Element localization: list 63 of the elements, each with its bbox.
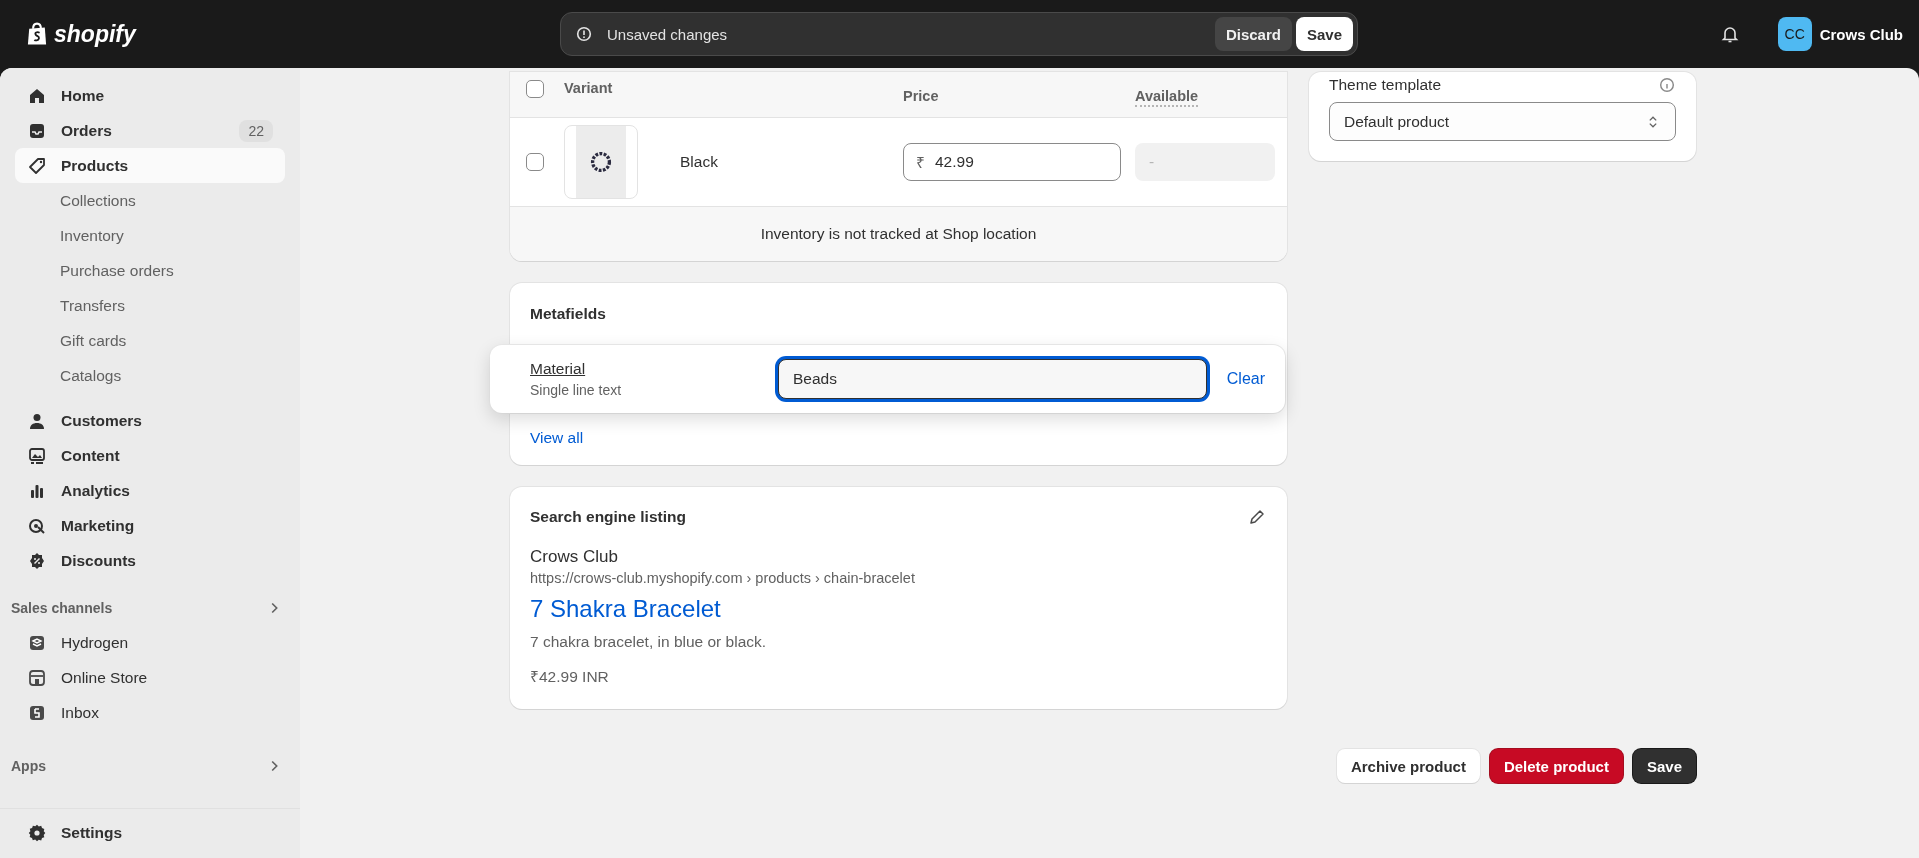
column-header: Variant — [564, 80, 614, 96]
column-header: Available — [1135, 80, 1199, 107]
available-field: - — [1135, 143, 1275, 181]
nav-item[interactable]: Analytics — [15, 473, 285, 508]
metafield-type: Single line text — [530, 382, 623, 398]
nav-item[interactable]: Customers — [15, 403, 285, 438]
alert-icon — [575, 25, 593, 43]
nav-item[interactable]: Hydrogen — [15, 625, 285, 660]
pencil-icon — [1247, 507, 1267, 527]
price-field[interactable]: ₹ 42.99 — [903, 143, 1121, 181]
image-icon — [27, 445, 47, 466]
clear-link[interactable]: Clear — [1226, 370, 1285, 388]
column-header: Price — [903, 87, 940, 104]
card-title: Metafields — [530, 305, 607, 323]
nav-item[interactable]: Online Store — [15, 660, 285, 695]
nav-item[interactable]: Content — [15, 438, 285, 473]
settings-icon — [27, 822, 47, 843]
section-heading: Sales channels — [11, 599, 113, 616]
nav-subitem[interactable]: Inventory — [15, 218, 285, 253]
nav-item[interactable]: Products — [15, 148, 285, 183]
logo-text: shopify — [54, 20, 136, 48]
edit-button[interactable] — [1247, 507, 1267, 527]
storefront-icon — [27, 667, 47, 688]
page-url: https://crows-club.myshopify.com › products › chain-bracelet — [530, 570, 916, 586]
save-button[interactable]: Save — [1632, 749, 1696, 783]
metafield-name[interactable]: Material — [530, 360, 778, 378]
nav-subitem[interactable]: Gift cards — [15, 323, 285, 358]
input-field[interactable]: Beads — [778, 359, 1207, 399]
nav-item[interactable]: Inbox — [15, 695, 285, 730]
archive-button[interactable]: Archive product — [1336, 749, 1480, 783]
nav-item[interactable]: Home — [15, 78, 285, 113]
price-text: ₹42.99 INR — [530, 667, 610, 687]
view-all-link[interactable]: View all — [530, 429, 584, 447]
nav-subitem[interactable]: Purchase orders — [15, 253, 285, 288]
page-title-link[interactable]: 7 Shakra Bracelet — [530, 595, 1267, 623]
nav-subitem[interactable]: Transfers — [15, 288, 285, 323]
template-select[interactable]: Default product — [1329, 102, 1676, 141]
nav-item[interactable]: Orders 22 — [15, 113, 285, 148]
checkbox[interactable] — [526, 80, 544, 98]
inventory-note: Inventory is not tracked at Shop location — [510, 207, 1287, 261]
notification-bell-icon — [1719, 24, 1740, 44]
variant-name: Black — [679, 153, 719, 171]
checkbox[interactable] — [526, 153, 544, 171]
store-avatar: CC — [1777, 17, 1812, 51]
card-title: Search engine listing — [530, 508, 686, 526]
nav-item[interactable]: Settings — [15, 815, 285, 850]
nav-item[interactable]: Discounts — [15, 543, 285, 578]
info-icon — [1658, 76, 1676, 94]
meta-description: 7 chakra bracelet, in blue or black. — [530, 633, 768, 651]
unsaved-changes-text: Unsaved changes — [607, 25, 729, 43]
section-heading: Apps — [11, 757, 46, 774]
store-name: Crows Club — [530, 547, 619, 567]
field-label: Theme template — [1329, 76, 1441, 94]
nav-item[interactable]: Marketing — [15, 508, 285, 543]
nav-subitem[interactable]: Collections — [15, 183, 285, 218]
discard-button[interactable]: Discard — [1214, 17, 1292, 51]
discount-badge-icon — [27, 550, 47, 571]
store-name[interactable]: Crows Club — [1819, 25, 1903, 43]
delete-button[interactable]: Delete product — [1489, 749, 1623, 783]
nav-subitem[interactable]: Catalogs — [15, 358, 285, 393]
tag-icon — [27, 155, 47, 176]
save-button[interactable]: Save — [1295, 17, 1353, 51]
count-badge: 22 — [239, 119, 273, 142]
